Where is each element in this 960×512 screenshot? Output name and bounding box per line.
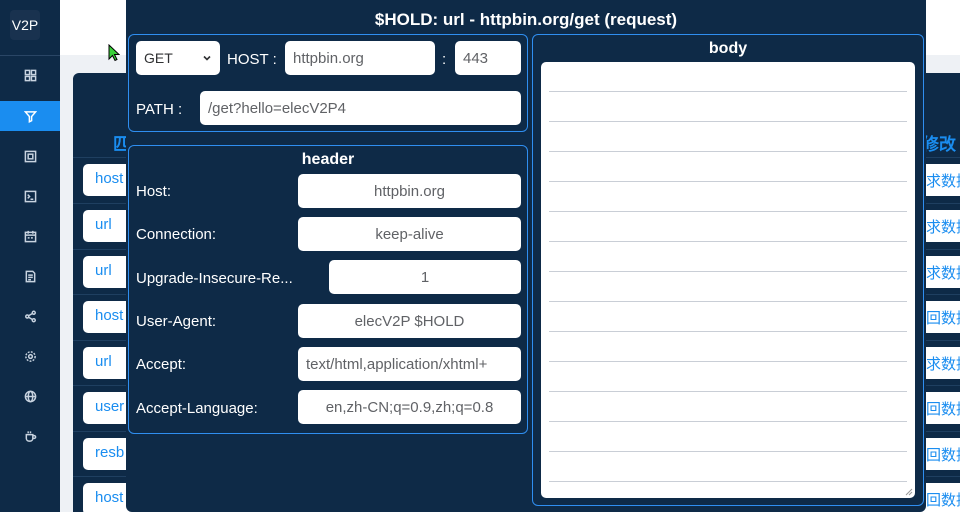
textarea-rule: [549, 91, 907, 92]
app-logo[interactable]: V2P: [10, 10, 40, 40]
sidebar-nav: V2P: [0, 0, 60, 512]
header-value-input[interactable]: httpbin.org: [298, 174, 521, 208]
header-value-input[interactable]: text/html,application/xhtml+: [298, 347, 521, 381]
body-panel-title: body: [708, 40, 748, 57]
textarea-rule: [549, 271, 907, 272]
table-header-modify: 修改: [922, 135, 956, 154]
filter-icon: [23, 110, 37, 123]
header-panel: header Host: httpbin.org Connection: kee…: [128, 145, 528, 434]
header-value-input[interactable]: elecV2P $HOLD: [298, 304, 521, 338]
textarea-rule: [549, 121, 907, 122]
share-icon: [24, 310, 36, 322]
textarea-rule: [549, 211, 907, 212]
dashboard-icon: [24, 69, 36, 81]
header-value-input[interactable]: 1: [329, 260, 521, 294]
header-value-input[interactable]: keep-alive: [298, 217, 521, 251]
nav-item-jsfile[interactable]: [0, 261, 60, 291]
calendar-icon: [24, 230, 36, 242]
textarea-rule: [549, 361, 907, 362]
nav-divider: [0, 55, 60, 56]
gear-icon: [24, 350, 36, 362]
host-label: HOST :: [227, 51, 277, 68]
request-panel: GET HOST : httpbin.org : 443 PATH : /get…: [128, 34, 528, 132]
mouse-cursor-icon: [108, 44, 120, 62]
textarea-rule: [549, 331, 907, 332]
header-key: Accept-Language:: [136, 400, 258, 417]
port-input[interactable]: 443: [455, 41, 521, 75]
nav-item-schedule[interactable]: [0, 221, 60, 251]
globe-icon: [24, 390, 36, 402]
textarea-rule: [549, 421, 907, 422]
path-label: PATH :: [136, 101, 183, 118]
port-separator: :: [442, 51, 447, 68]
header-key: Host:: [136, 183, 172, 200]
header-panel-title: header: [301, 151, 355, 168]
textarea-rule: [549, 241, 907, 242]
chevron-down-icon: [203, 55, 211, 61]
host-input[interactable]: httpbin.org: [285, 41, 435, 75]
header-key: Upgrade-Insecure-Re...: [136, 270, 293, 287]
nav-item-share[interactable]: [0, 301, 60, 331]
textarea-rule: [549, 391, 907, 392]
nav-item-network[interactable]: [0, 381, 60, 411]
header-key: User-Agent:: [136, 313, 217, 330]
task-icon: [24, 150, 36, 162]
nav-item-setting[interactable]: [0, 341, 60, 371]
nav-item-terminal[interactable]: [0, 181, 60, 211]
body-textarea[interactable]: [541, 62, 915, 498]
textarea-rule: [549, 451, 907, 452]
method-value: GET: [144, 50, 173, 66]
modal-title: $HOLD: url - httpbin.org/get (request): [374, 10, 678, 29]
document-icon: [25, 270, 35, 282]
textarea-rule: [549, 151, 907, 152]
path-input[interactable]: /get?hello=elecV2P4: [200, 91, 521, 125]
header-value-input[interactable]: en,zh-CN;q=0.9,zh;q=0.8: [298, 390, 521, 424]
nav-item-overview[interactable]: [0, 60, 60, 90]
textarea-rule: [549, 481, 907, 482]
nav-item-donate[interactable]: [0, 421, 60, 451]
textarea-rule: [549, 181, 907, 182]
terminal-icon: [24, 190, 36, 202]
coffee-icon: [25, 430, 36, 442]
nav-item-task[interactable]: [0, 141, 60, 171]
textarea-rule: [549, 301, 907, 302]
resize-handle-icon[interactable]: [905, 488, 913, 496]
nav-item-rules[interactable]: [0, 101, 60, 131]
method-select[interactable]: GET: [136, 41, 220, 75]
header-key: Connection:: [136, 226, 217, 243]
header-key: Accept:: [136, 356, 187, 373]
